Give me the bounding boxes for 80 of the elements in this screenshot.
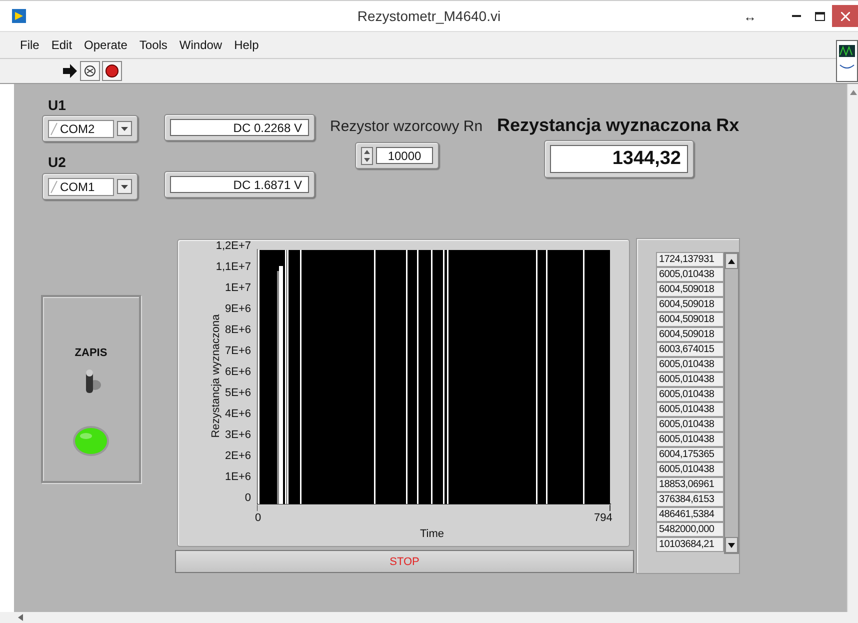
result-label: Rezystancja wyznaczona Rx xyxy=(497,115,740,135)
array-cell: 18853,06961 xyxy=(656,477,724,492)
voltage-indicator: DC 0.2268 V xyxy=(164,114,315,141)
stop-icon xyxy=(105,64,119,78)
array-cell: 6005,010438 xyxy=(656,462,724,477)
caret-icon xyxy=(121,126,128,130)
x-axis-label: Time xyxy=(420,528,444,540)
resistance-indicator: 1344,32 xyxy=(544,140,694,178)
y-tick-label: 5E+6 xyxy=(225,387,251,399)
array-cell: 486461,5384 xyxy=(656,507,724,522)
scroll-left-icon[interactable] xyxy=(18,614,23,621)
run-continuously-button[interactable] xyxy=(80,61,100,81)
y-tick-label: 3E+6 xyxy=(225,429,251,441)
down-arrow-icon xyxy=(728,542,735,548)
port-selector[interactable]: COM1 xyxy=(42,173,138,200)
array-cell: 376384,6153 xyxy=(656,492,724,507)
dropdown-button[interactable] xyxy=(117,121,132,136)
array-cell: 6005,010438 xyxy=(656,372,724,387)
port-field[interactable]: COM2 xyxy=(48,120,114,138)
array-cell: 6004,509018 xyxy=(656,282,724,297)
array-cell: 1724,137931 xyxy=(656,252,724,267)
close-icon xyxy=(840,12,850,20)
y-tick-label: 1E+7 xyxy=(225,282,251,294)
vi-icon xyxy=(836,40,858,82)
menu-item[interactable]: Tools xyxy=(133,38,174,52)
x-tick-label: 794 xyxy=(594,512,612,524)
port-label: U1 xyxy=(48,97,66,113)
window-title: Rezystometr_M4640.vi xyxy=(357,8,501,24)
y-tick-label: 4E+6 xyxy=(225,408,251,420)
menu-item[interactable]: Help xyxy=(228,38,265,52)
array-cell: 6005,010438 xyxy=(656,432,724,447)
array-cell: 6005,010438 xyxy=(656,417,724,432)
maximize-icon xyxy=(815,12,825,20)
app-icon xyxy=(12,9,26,23)
port-field[interactable]: COM1 xyxy=(48,178,114,196)
array-cell: 6004,509018 xyxy=(656,312,724,327)
y-tick-label: 2E+6 xyxy=(225,450,251,462)
array-cell: 6005,010438 xyxy=(656,267,724,282)
y-tick-label: 9E+6 xyxy=(225,303,251,315)
numeric-control[interactable]: 10000 xyxy=(355,142,439,169)
dropdown-button[interactable] xyxy=(117,179,132,194)
scroll-down-button[interactable] xyxy=(724,537,738,553)
scroll-up-button[interactable] xyxy=(724,253,738,269)
control-label: Rezystor wzorcowy Rn xyxy=(330,118,483,135)
y-tick-label: 1,2E+7 xyxy=(216,240,251,252)
port-selector[interactable]: COM2 xyxy=(42,115,138,142)
y-tick-label: 0 xyxy=(244,492,251,504)
array-cell: 6005,010438 xyxy=(656,387,724,402)
array-cell: 6005,010438 xyxy=(656,402,724,417)
voltage-indicator: DC 1.6871 V xyxy=(164,171,315,198)
y-tick-label: 6E+6 xyxy=(225,366,251,378)
scroll-bar[interactable] xyxy=(724,252,739,554)
resize-toggle[interactable]: ↔ xyxy=(738,5,762,27)
y-tick-label: 1E+6 xyxy=(225,471,251,483)
array-cell: 6003,674015 xyxy=(656,342,724,357)
array-cell: 6004,509018 xyxy=(656,327,724,342)
y-tick-label: 8E+6 xyxy=(225,324,251,336)
menu-item[interactable]: File xyxy=(14,38,46,52)
abort-button[interactable] xyxy=(102,61,122,81)
scroll-up-icon[interactable] xyxy=(850,90,856,95)
x-tick-label: 0 xyxy=(255,512,262,524)
array-cell: 6004,509018 xyxy=(656,297,724,312)
y-axis-label: Rezystancja wyznaczona xyxy=(210,313,222,440)
y-tick-label: 1,1E+7 xyxy=(216,261,251,273)
spin-arrows-icon[interactable] xyxy=(361,146,373,164)
up-arrow-icon xyxy=(728,258,735,264)
minimize-icon xyxy=(792,15,800,17)
switch-label: ZAPIS xyxy=(74,347,108,359)
close-button[interactable] xyxy=(832,5,858,27)
array-cell: 5482000,000 xyxy=(656,522,724,537)
menu-item[interactable]: Window xyxy=(173,38,228,52)
caret-icon xyxy=(121,184,128,188)
port-label: U2 xyxy=(48,154,66,170)
array-cell: 10103684,21 xyxy=(656,537,724,552)
array-cell: 6004,175365 xyxy=(656,447,724,462)
array-cell: 6005,010438 xyxy=(656,357,724,372)
run-arrow-icon[interactable] xyxy=(62,64,78,78)
y-tick-label: 7E+6 xyxy=(225,345,251,357)
menu-item[interactable]: Operate xyxy=(78,38,134,52)
menu-item[interactable]: Edit xyxy=(45,38,78,52)
